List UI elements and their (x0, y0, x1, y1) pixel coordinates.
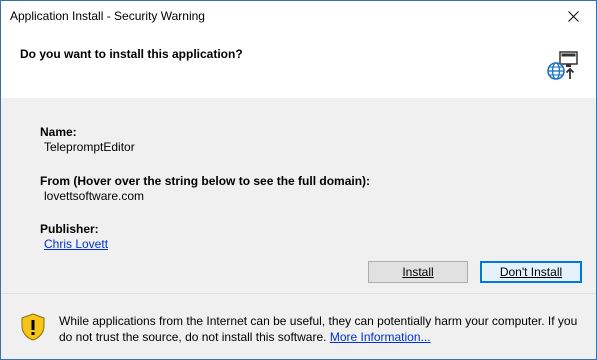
close-button[interactable] (550, 1, 596, 32)
close-icon (567, 11, 579, 22)
dialog-header: Do you want to install this application? (1, 32, 596, 98)
from-label: From (Hover over the string below to see… (40, 174, 371, 188)
warning-text: While applications from the Internet can… (59, 314, 578, 344)
publisher-link[interactable]: Chris Lovett (44, 237, 108, 251)
window-title: Application Install - Security Warning (10, 9, 205, 23)
name-value: TelepromptEditor (44, 140, 135, 154)
dont-install-button[interactable]: Don't Install (480, 261, 582, 283)
shield-warning-icon (21, 313, 45, 341)
dont-install-button-label: Don't Install (499, 265, 563, 279)
warning-message: While applications from the Internet can… (59, 313, 579, 345)
security-warning-dialog: Application Install - Security Warning D… (0, 0, 597, 360)
install-question: Do you want to install this application? (20, 47, 243, 61)
title-bar: Application Install - Security Warning (1, 1, 596, 32)
install-button[interactable]: Install (368, 261, 468, 283)
details-panel: Name: TelepromptEditor From (Hover over … (1, 98, 596, 293)
name-label: Name: (40, 125, 77, 139)
network-install-icon (547, 51, 578, 80)
from-value[interactable]: lovettsoftware.com (44, 189, 144, 203)
publisher-label: Publisher: (40, 222, 99, 236)
warning-footer: While applications from the Internet can… (1, 294, 596, 359)
more-information-link[interactable]: More Information... (330, 330, 431, 344)
install-button-label: Install (402, 265, 434, 279)
